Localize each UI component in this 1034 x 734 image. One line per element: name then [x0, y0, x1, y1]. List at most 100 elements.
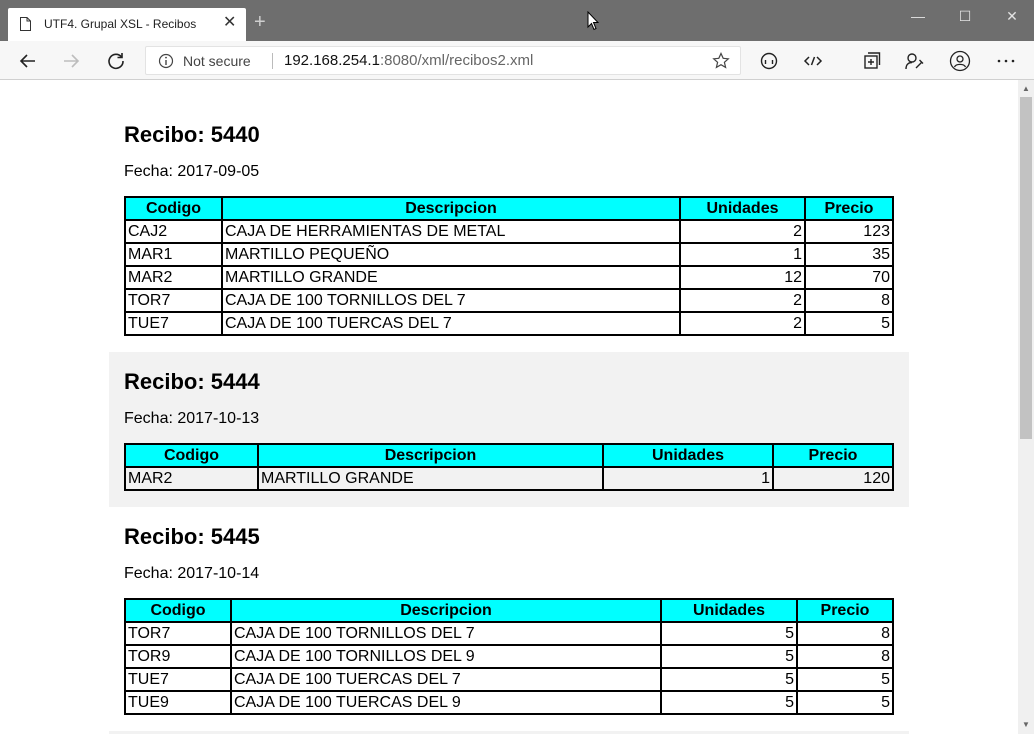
- column-header: Unidades: [660, 598, 798, 623]
- cell-precio: 5: [796, 690, 894, 715]
- cell-precio: 70: [804, 265, 894, 290]
- column-header: Precio: [772, 443, 894, 468]
- table-row: MAR2 MARTILLO GRANDE 12 70: [124, 265, 894, 290]
- url-text[interactable]: 192.168.254.1:8080/xml/recibos2.xml: [284, 52, 533, 69]
- tab-title: UTF4. Grupal XSL - Recibos: [44, 17, 197, 31]
- address-bar[interactable]: Not secure 192.168.254.1:8080/xml/recibo…: [145, 46, 741, 75]
- table-header-row: Codigo Descripcion Unidades Precio: [124, 443, 894, 468]
- column-header: Precio: [804, 196, 894, 221]
- url-host: 192.168.254.1: [284, 52, 380, 69]
- table-row: TOR9 CAJA DE 100 TORNILLOS DEL 9 5 8: [124, 644, 894, 669]
- recibo-fecha: Fecha: 2017-10-14: [124, 565, 260, 582]
- cell-codigo: CAJ2: [124, 219, 223, 244]
- recibo-title: Recibo: 5445: [124, 524, 260, 549]
- collections-icon[interactable]: [860, 50, 882, 72]
- not-secure-label[interactable]: Not secure: [183, 53, 251, 69]
- scrollbar-thumb[interactable]: [1020, 97, 1032, 439]
- cell-unidades: 1: [602, 466, 774, 491]
- cell-codigo: MAR1: [124, 242, 223, 267]
- address-separator: [272, 53, 273, 69]
- cell-precio: 5: [804, 311, 894, 336]
- back-arrow-icon[interactable]: [17, 50, 39, 72]
- favorite-star-icon[interactable]: [712, 52, 730, 70]
- recibo-table: Codigo Descripcion Unidades Precio CAJ2 …: [124, 196, 894, 336]
- close-tab-icon[interactable]: ✕: [223, 15, 236, 31]
- table-row: MAR1 MARTILLO PEQUEÑO 1 35: [124, 242, 894, 267]
- scroll-up-icon[interactable]: ▲: [1022, 84, 1030, 93]
- cell-precio: 5: [796, 667, 894, 692]
- table-row: TOR7 CAJA DE 100 TORNILLOS DEL 7 5 8: [124, 621, 894, 646]
- table-row: CAJ2 CAJA DE HERRAMIENTAS DE METAL 2 123: [124, 219, 894, 244]
- cell-codigo: TUE7: [124, 667, 232, 692]
- table-header-row: Codigo Descripcion Unidades Precio: [124, 598, 894, 623]
- column-header: Codigo: [124, 196, 223, 221]
- vertical-scrollbar[interactable]: ▲ ▼: [1018, 80, 1034, 734]
- cell-precio: 8: [796, 644, 894, 669]
- info-icon[interactable]: [158, 53, 174, 69]
- cell-unidades: 5: [660, 644, 798, 669]
- recibo-title: Recibo: 5440: [124, 122, 260, 147]
- recibo-section: Recibo: 5445 Fecha: 2017-10-14 Codigo De…: [109, 507, 909, 734]
- cell-codigo: TUE9: [124, 690, 232, 715]
- column-header: Descripcion: [221, 196, 681, 221]
- column-header: Descripcion: [257, 443, 604, 468]
- cell-precio: 120: [772, 466, 894, 491]
- cell-unidades: 2: [679, 288, 806, 313]
- column-header: Precio: [796, 598, 894, 623]
- mouse-cursor-icon: [587, 11, 599, 31]
- new-tab-icon[interactable]: +: [254, 12, 266, 32]
- cell-descripcion: MARTILLO GRANDE: [257, 466, 604, 491]
- cell-descripcion: CAJA DE HERRAMIENTAS DE METAL: [221, 219, 681, 244]
- cell-precio: 8: [796, 621, 894, 646]
- column-header: Codigo: [124, 598, 232, 623]
- reading-view-icon[interactable]: [758, 50, 780, 72]
- url-path: :8080/xml/recibos2.xml: [379, 52, 534, 69]
- cell-unidades: 5: [660, 667, 798, 692]
- cell-codigo: TOR7: [124, 288, 223, 313]
- more-icon[interactable]: [995, 50, 1017, 72]
- table-row: TOR7 CAJA DE 100 TORNILLOS DEL 7 2 8: [124, 288, 894, 313]
- cell-unidades: 1: [679, 242, 806, 267]
- browser-tab[interactable]: UTF4. Grupal XSL - Recibos ✕: [8, 8, 246, 41]
- cell-descripcion: CAJA DE 100 TUERCAS DEL 7: [221, 311, 681, 336]
- scroll-down-icon[interactable]: ▼: [1022, 720, 1030, 729]
- cell-unidades: 12: [679, 265, 806, 290]
- table-row: TUE7 CAJA DE 100 TUERCAS DEL 7 5 5: [124, 667, 894, 692]
- cell-codigo: MAR2: [124, 466, 259, 491]
- feedback-icon[interactable]: [903, 50, 925, 72]
- cell-unidades: 2: [679, 219, 806, 244]
- recibo-section: Recibo: 5440 Fecha: 2017-09-05 Codigo De…: [109, 80, 909, 352]
- cell-codigo: MAR2: [124, 265, 223, 290]
- code-icon[interactable]: [802, 50, 824, 72]
- cell-unidades: 2: [679, 311, 806, 336]
- cell-descripcion: CAJA DE 100 TORNILLOS DEL 7: [221, 288, 681, 313]
- cell-precio: 35: [804, 242, 894, 267]
- cell-descripcion: CAJA DE 100 TORNILLOS DEL 9: [230, 644, 662, 669]
- forward-arrow-icon[interactable]: [60, 50, 82, 72]
- page-content: Recibo: 5440 Fecha: 2017-09-05 Codigo De…: [0, 80, 1018, 734]
- cell-descripcion: MARTILLO PEQUEÑO: [221, 242, 681, 267]
- table-row: MAR2 MARTILLO GRANDE 1 120: [124, 466, 894, 491]
- window-close-button[interactable]: ✕: [997, 6, 1027, 26]
- table-row: TUE9 CAJA DE 100 TUERCAS DEL 9 5 5: [124, 690, 894, 715]
- recibo-fecha: Fecha: 2017-09-05: [124, 163, 260, 180]
- column-header: Descripcion: [230, 598, 662, 623]
- table-header-row: Codigo Descripcion Unidades Precio: [124, 196, 894, 221]
- recibo-section: Recibo: 5444 Fecha: 2017-10-13 Codigo De…: [109, 352, 909, 507]
- maximize-button[interactable]: ☐: [950, 6, 980, 26]
- recibo-title: Recibo: 5444: [124, 369, 260, 394]
- cell-codigo: TUE7: [124, 311, 223, 336]
- profile-icon[interactable]: [949, 50, 971, 72]
- minimize-button[interactable]: —: [903, 6, 933, 26]
- cell-precio: 123: [804, 219, 894, 244]
- recibo-table: Codigo Descripcion Unidades Precio MAR2 …: [124, 443, 894, 491]
- cell-descripcion: CAJA DE 100 TORNILLOS DEL 7: [230, 621, 662, 646]
- cell-unidades: 5: [660, 621, 798, 646]
- cell-unidades: 5: [660, 690, 798, 715]
- window-titlebar: UTF4. Grupal XSL - Recibos ✕ + — ☐ ✕: [0, 0, 1034, 41]
- refresh-icon[interactable]: [105, 50, 127, 72]
- cell-codigo: TOR9: [124, 644, 232, 669]
- cell-codigo: TOR7: [124, 621, 232, 646]
- table-row: TUE7 CAJA DE 100 TUERCAS DEL 7 2 5: [124, 311, 894, 336]
- column-header: Unidades: [602, 443, 774, 468]
